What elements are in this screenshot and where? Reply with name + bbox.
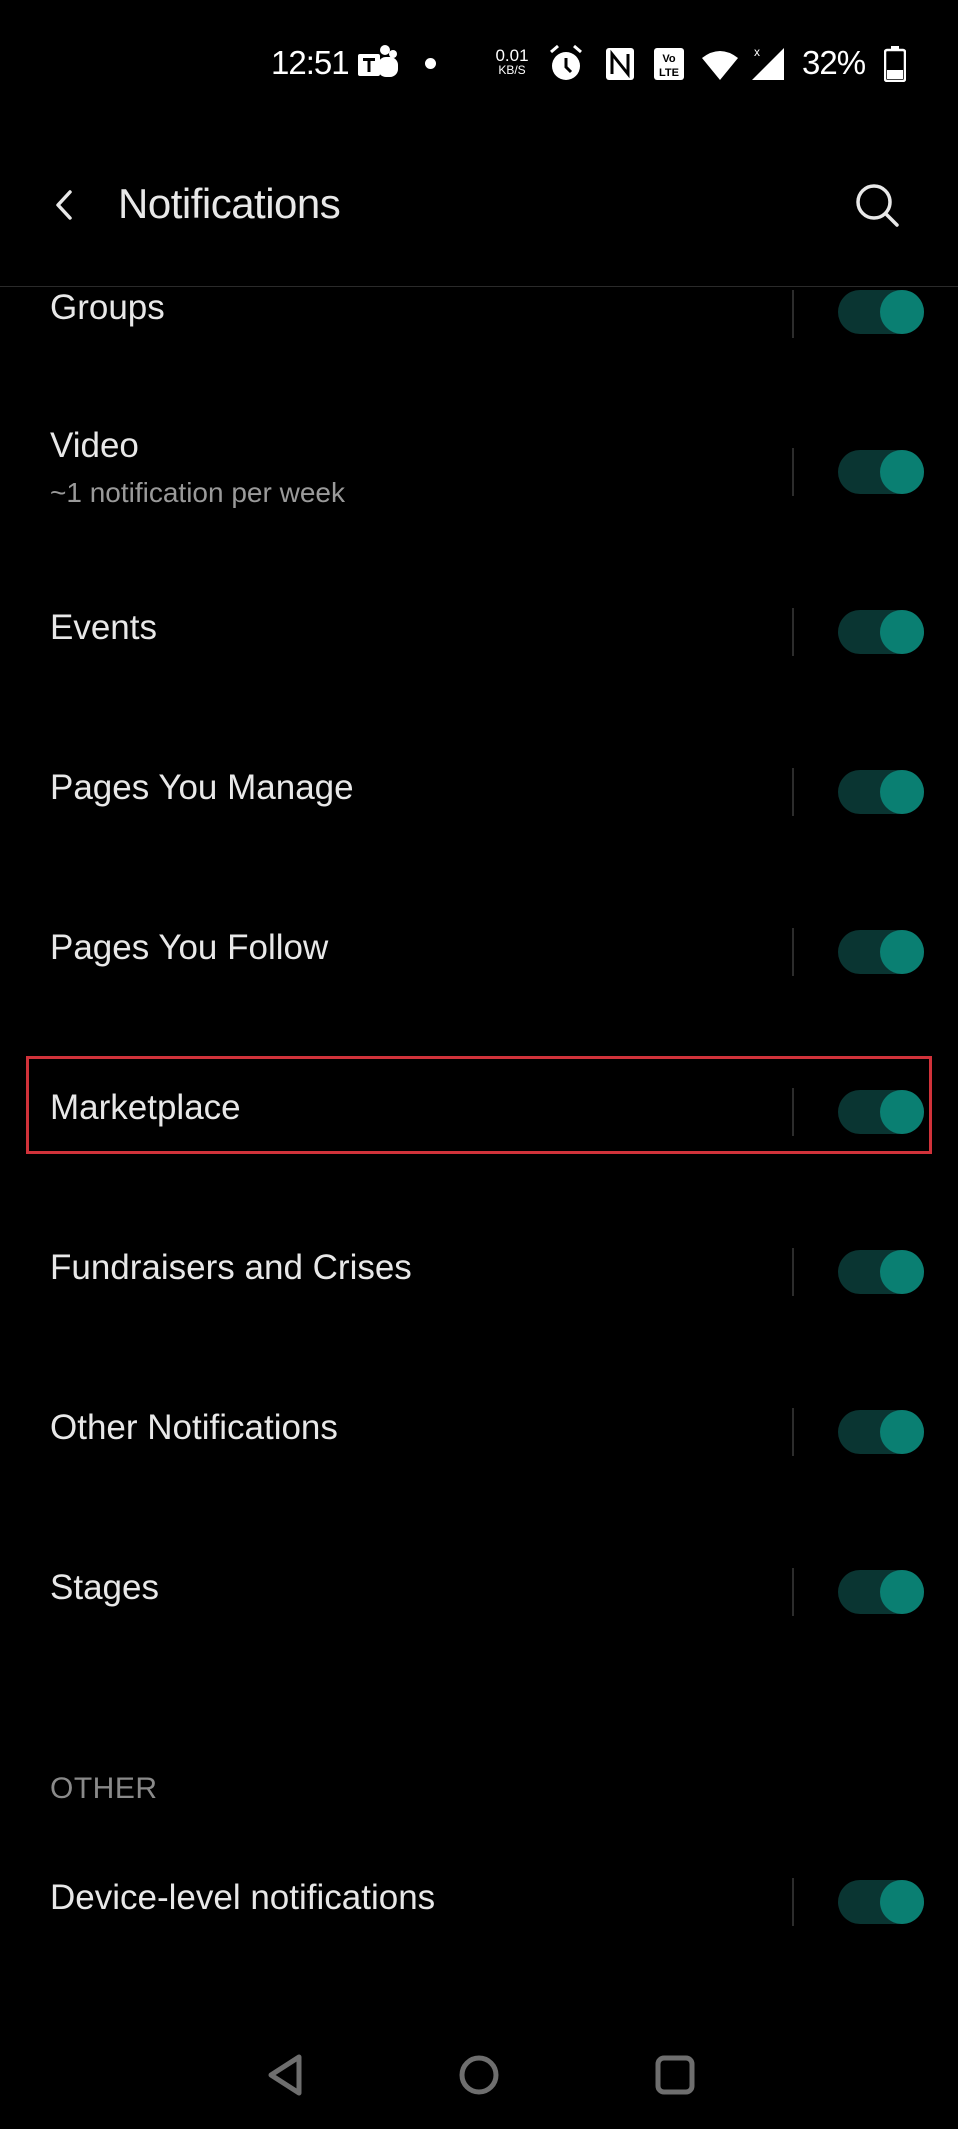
search-button[interactable]	[850, 178, 904, 232]
video-toggle[interactable]	[838, 450, 924, 494]
recents-nav-icon	[655, 2055, 695, 2095]
setting-label: Events	[50, 608, 157, 647]
network-speed-unit: KB/S	[498, 63, 526, 77]
row-divider	[792, 1878, 794, 1926]
device-level-notifications-toggle[interactable]	[838, 1880, 924, 1924]
svg-text:x: x	[754, 45, 760, 59]
toggle-knob	[880, 770, 924, 814]
row-divider	[792, 1408, 794, 1456]
nav-back-button[interactable]	[255, 2045, 315, 2105]
setting-label: Fundraisers and Crises	[50, 1248, 412, 1287]
notification-dot-icon	[425, 58, 436, 69]
toggle-knob	[880, 450, 924, 494]
setting-label: Pages You Follow	[50, 928, 329, 967]
row-divider	[792, 1568, 794, 1616]
row-divider	[792, 768, 794, 816]
nfc-icon	[605, 47, 635, 81]
fundraisers-and-crises-toggle[interactable]	[838, 1250, 924, 1294]
pages-you-follow-toggle[interactable]	[838, 930, 924, 974]
setting-label: Groups	[50, 288, 165, 327]
search-icon	[856, 184, 899, 227]
status-time: 12:51	[271, 44, 350, 81]
groups-toggle[interactable]	[838, 290, 924, 334]
battery-icon	[883, 46, 907, 83]
stages-toggle[interactable]	[838, 1570, 924, 1614]
chevron-left-icon	[56, 190, 72, 220]
nav-home-button[interactable]	[449, 2045, 509, 2105]
row-divider	[792, 448, 794, 496]
setting-label: Device-level notifications	[50, 1878, 436, 1917]
setting-label: Pages You Manage	[50, 768, 354, 807]
toggle-knob	[880, 1410, 924, 1454]
home-nav-icon	[459, 2055, 499, 2095]
section-header-other: OTHER	[50, 1772, 158, 1805]
teams-icon	[358, 44, 398, 82]
marketplace-toggle[interactable]	[838, 1090, 924, 1134]
page-title: Notifications	[118, 180, 341, 227]
setting-label: Stages	[50, 1568, 159, 1607]
setting-label: Other Notifications	[50, 1408, 338, 1447]
wifi-icon	[700, 48, 740, 82]
setting-subtitle: ~1 notification per week	[50, 477, 345, 508]
row-divider	[792, 928, 794, 976]
volte-icon: Vo LTE	[653, 47, 685, 81]
toggle-knob	[880, 290, 924, 334]
toggle-knob	[880, 1570, 924, 1614]
toggle-knob	[880, 1250, 924, 1294]
toggle-knob	[880, 1090, 924, 1134]
events-toggle[interactable]	[838, 610, 924, 654]
row-divider	[792, 1248, 794, 1296]
toggle-knob	[880, 610, 924, 654]
setting-label: Marketplace	[50, 1088, 241, 1127]
back-button[interactable]	[40, 180, 90, 230]
network-speed: 0.01 KB/S	[492, 47, 532, 76]
svg-text:LTE: LTE	[659, 67, 679, 79]
other-notifications-toggle[interactable]	[838, 1410, 924, 1454]
battery-percent: 32%	[802, 44, 866, 81]
toggle-knob	[880, 1880, 924, 1924]
alarm-icon	[548, 44, 584, 84]
network-speed-value: 0.01	[495, 46, 529, 65]
status-bar: 12:51 0.01 KB/S Vo LTE x 32%	[0, 0, 958, 130]
back-nav-icon	[268, 2054, 302, 2096]
row-divider	[792, 608, 794, 656]
nav-recents-button[interactable]	[645, 2045, 705, 2105]
toggle-knob	[880, 930, 924, 974]
signal-icon: x	[748, 44, 786, 82]
row-divider	[792, 1088, 794, 1136]
svg-text:Vo: Vo	[662, 53, 676, 65]
setting-label: Video	[50, 426, 139, 465]
pages-you-manage-toggle[interactable]	[838, 770, 924, 814]
row-divider	[792, 290, 794, 338]
